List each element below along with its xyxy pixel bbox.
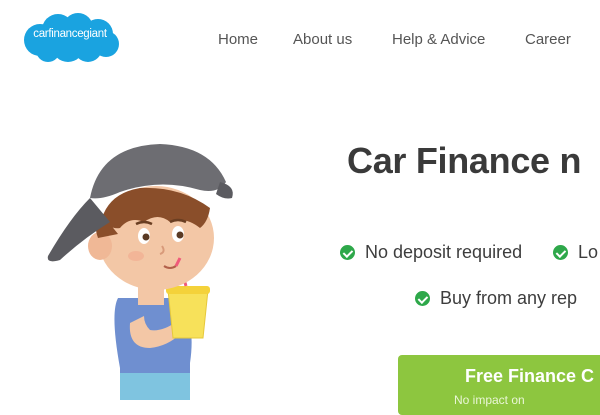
cta-subtext: No impact on [454,393,525,407]
feature-label: Lo [578,242,599,262]
cta-label: Free Finance C [465,366,595,386]
feature-label: Buy from any rep [440,288,578,308]
main-nav: Home About us Help & Advice Career [0,31,600,51]
feature-item: Lo [553,242,598,263]
check-circle-icon [340,245,355,260]
nav-home[interactable]: Home [218,31,258,48]
free-finance-check-button[interactable]: Free Finance C No impact on [398,355,600,415]
hero-title: Car Finance n [347,140,582,181]
check-circle-icon [553,245,568,260]
feature-item: Buy from any rep [415,288,577,309]
feature-label: No deposit required [365,242,523,262]
feature-item: No deposit required [340,242,522,263]
nav-career[interactable]: Career [525,31,571,48]
nav-about-us[interactable]: About us [293,31,352,48]
nav-help-advice[interactable]: Help & Advice [392,31,485,48]
check-circle-icon [415,291,430,306]
boy-mascot-illustration [40,138,240,400]
